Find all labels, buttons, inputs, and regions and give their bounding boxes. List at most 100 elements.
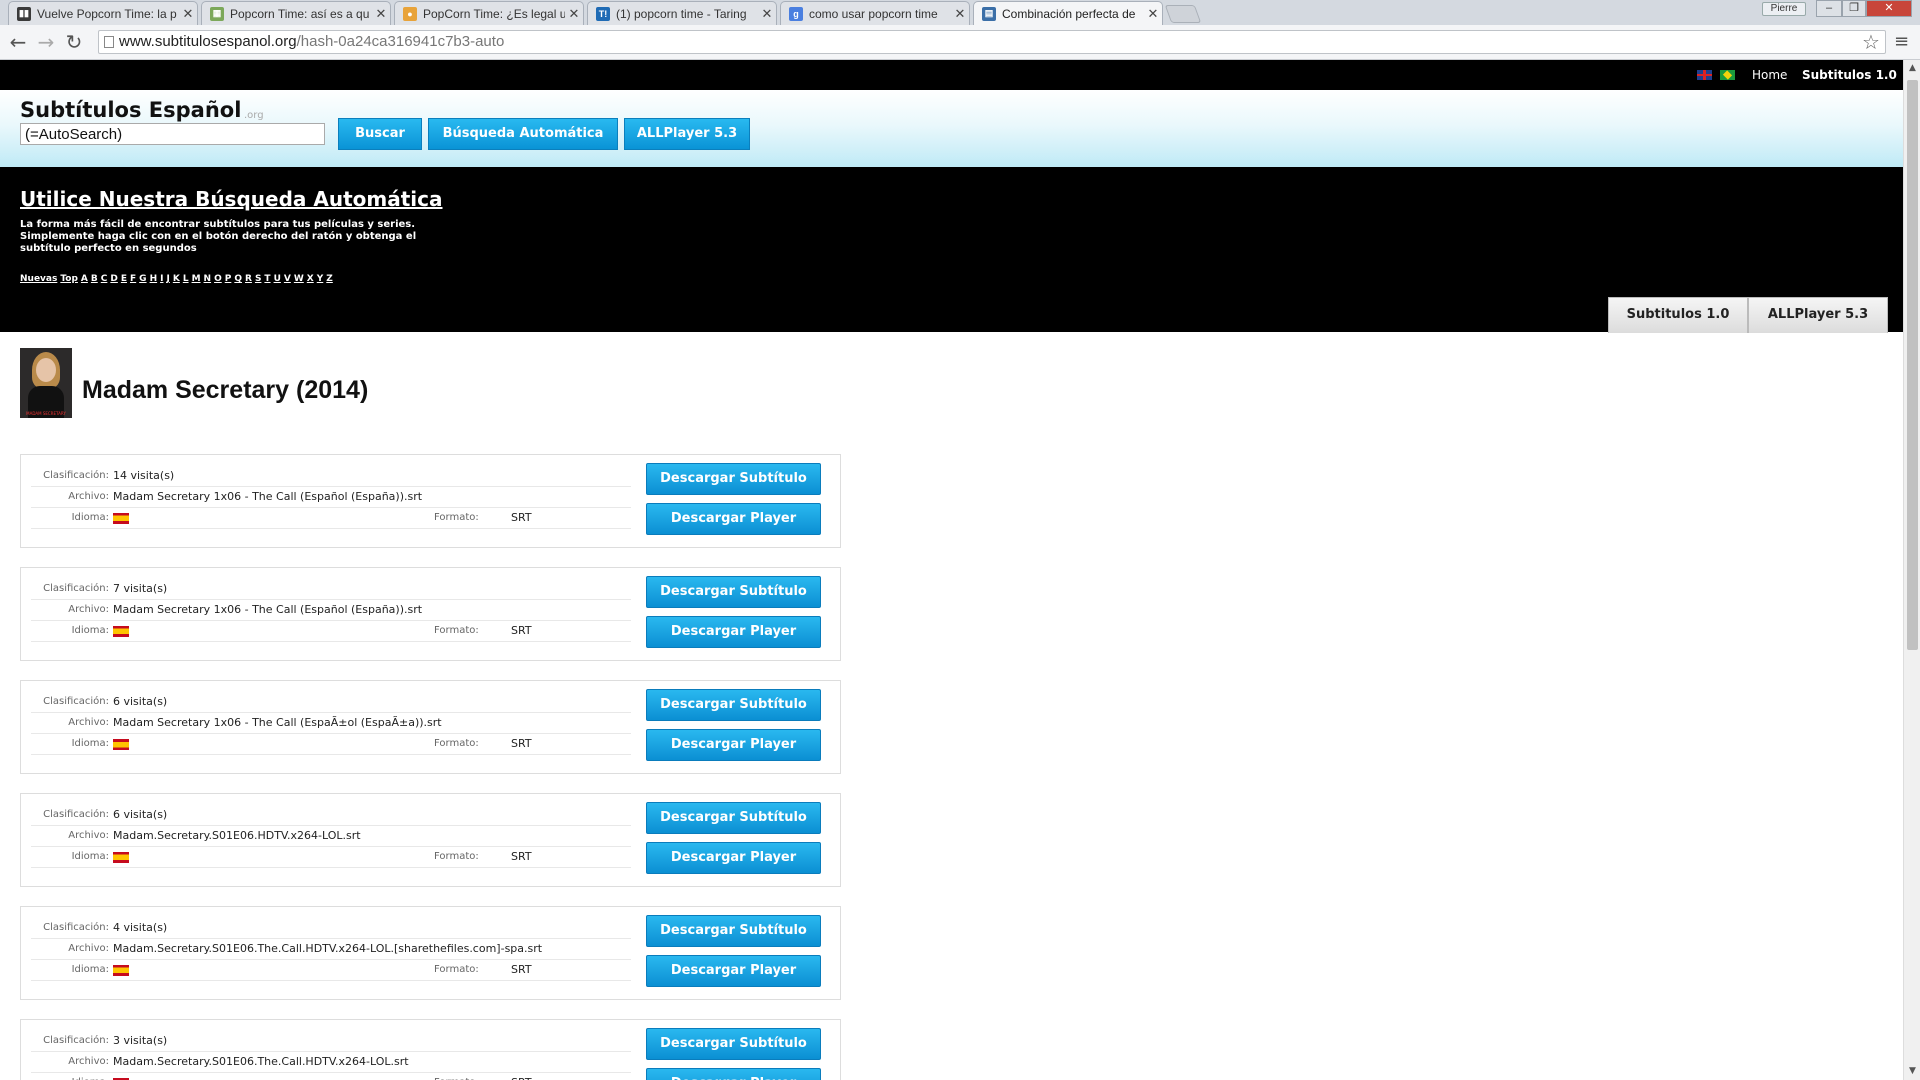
restore-icon[interactable]: ❐ [1842, 0, 1866, 17]
alpha-link[interactable]: Z [326, 274, 333, 284]
alpha-link[interactable]: N [204, 274, 212, 284]
new-tab-button[interactable] [1164, 5, 1202, 23]
alpha-link[interactable]: T [264, 274, 270, 284]
file-label: Archivo: [68, 604, 109, 615]
promo-description: La forma más fácil de encontrar subtítul… [20, 219, 417, 254]
top-bar: Home Subtitulos 1.0 [0, 60, 1903, 90]
file-name[interactable]: Madam Secretary 1x06 - The Call (EspaÃ±o… [113, 716, 442, 729]
browser-tab-4[interactable]: T! (1) popcorn time - Taring ✕ [587, 1, 777, 25]
browser-tab-1[interactable]: ▮▮ Vuelve Popcorn Time: la p ✕ [8, 1, 198, 25]
address-bar[interactable]: www.subtitulosespanol.org/hash-0a24ca316… [98, 30, 1886, 54]
alpha-link[interactable]: E [121, 274, 127, 284]
alpha-link[interactable]: Y [317, 274, 324, 284]
format-value: SRT [511, 511, 532, 524]
forward-icon[interactable]: → [34, 30, 58, 54]
download-subtitle-button[interactable]: Descargar Subtítulo [646, 915, 821, 947]
alpha-link[interactable]: S [255, 274, 261, 284]
alpha-link[interactable]: V [284, 274, 291, 284]
close-tab-icon[interactable]: ✕ [951, 6, 969, 22]
alpha-link[interactable]: G [139, 274, 146, 284]
alpha-link[interactable]: M [192, 274, 201, 284]
nav-home-link[interactable]: Home [1752, 68, 1787, 82]
download-subtitle-button[interactable]: Descargar Subtítulo [646, 1028, 821, 1060]
alpha-link[interactable]: X [307, 274, 314, 284]
reload-icon[interactable]: ↻ [62, 30, 86, 54]
alpha-link[interactable]: C [101, 274, 108, 284]
download-player-button[interactable]: Descargar Player [646, 842, 821, 874]
buscar-button[interactable]: Buscar [338, 118, 422, 150]
alpha-link[interactable]: F [130, 274, 136, 284]
file-label: Archivo: [68, 491, 109, 502]
search-input[interactable] [20, 123, 325, 145]
language-label: Idioma: [71, 512, 109, 523]
page-scrollbar[interactable]: ▲ ▼ [1903, 60, 1920, 1080]
alpha-link[interactable]: J [166, 274, 169, 284]
file-name[interactable]: Madam Secretary 1x06 - The Call (Español… [113, 490, 422, 503]
alpha-link[interactable]: L [183, 274, 189, 284]
alpha-link[interactable]: O [214, 274, 222, 284]
spain-flag-icon [113, 626, 129, 637]
file-name[interactable]: Madam Secretary 1x06 - The Call (Español… [113, 603, 422, 616]
subtitle-card: Clasificación: 6 visita(s) Archivo: Madam.S… [20, 793, 841, 887]
minimize-icon[interactable]: – [1816, 0, 1842, 17]
browser-tab-5[interactable]: g como usar popcorn time ✕ [780, 1, 970, 25]
bookmark-star-icon[interactable]: ☆ [1862, 30, 1880, 54]
nav-subtitulos-link[interactable]: Subtitulos 1.0 [1802, 68, 1897, 82]
tab-subtitulos[interactable]: Subtitulos 1.0 [1608, 297, 1748, 333]
close-tab-icon[interactable]: ✕ [758, 6, 776, 22]
download-player-button[interactable]: Descargar Player [646, 1068, 821, 1080]
file-name[interactable]: Madam.Secretary.S01E06.The.Call.HDTV.x26… [113, 942, 542, 955]
alpha-link[interactable]: W [294, 274, 304, 284]
browser-tab-3[interactable]: ● PopCorn Time: ¿Es legal u ✕ [394, 1, 584, 25]
scroll-down-icon[interactable]: ▼ [1904, 1063, 1920, 1080]
download-subtitle-button[interactable]: Descargar Subtítulo [646, 576, 821, 608]
close-tab-icon[interactable]: ✕ [565, 6, 583, 22]
alpha-link[interactable]: R [245, 274, 252, 284]
scrollbar-thumb[interactable] [1907, 80, 1918, 650]
download-player-button[interactable]: Descargar Player [646, 616, 821, 648]
alpha-link[interactable]: D [110, 274, 117, 284]
rating-row: Clasificación: 14 visita(s) [31, 467, 631, 487]
uk-flag-icon[interactable] [1697, 70, 1712, 80]
alpha-link[interactable]: K [173, 274, 180, 284]
close-tab-icon[interactable]: ✕ [1144, 6, 1162, 22]
download-subtitle-button[interactable]: Descargar Subtítulo [646, 802, 821, 834]
alpha-link[interactable]: A [81, 274, 88, 284]
busqueda-automatica-button[interactable]: Búsqueda Automática [428, 118, 618, 150]
alpha-link[interactable]: Top [60, 274, 78, 284]
alpha-link[interactable]: Nuevas [20, 274, 57, 284]
alpha-link[interactable]: P [225, 274, 232, 284]
profile-badge[interactable]: Pierre [1762, 2, 1806, 16]
browser-tab-2[interactable]: ▦ Popcorn Time: así es a qu ✕ [201, 1, 391, 25]
subtitle-card: Clasificación: 3 visita(s) Archivo: Madam.S… [20, 1019, 841, 1080]
menu-icon[interactable]: ≡ [1894, 31, 1909, 52]
close-window-icon[interactable]: ✕ [1866, 0, 1912, 17]
back-icon[interactable]: ← [6, 30, 30, 54]
download-player-button[interactable]: Descargar Player [646, 503, 821, 535]
taringa-icon: T! [596, 6, 610, 21]
tab-allplayer[interactable]: ALLPlayer 5.3 [1748, 297, 1888, 333]
site-logo[interactable]: Subtítulos Español [20, 98, 241, 122]
format-label: Formato: [434, 625, 479, 636]
browser-tab-6-active[interactable]: ▤ Combinación perfecta de ✕ [973, 1, 1163, 25]
close-tab-icon[interactable]: ✕ [372, 6, 390, 22]
promo-title[interactable]: Utilice Nuestra Búsqueda Automática [20, 187, 442, 211]
alpha-link[interactable]: H [150, 274, 158, 284]
browser-toolbar: ← → ↻ www.subtitulosespanol.org/hash-0a2… [0, 25, 1920, 60]
file-name[interactable]: Madam.Secretary.S01E06.HDTV.x264-LOL.srt [113, 829, 361, 842]
rating-label: Clasificación: [43, 696, 109, 707]
scroll-up-icon[interactable]: ▲ [1904, 60, 1920, 77]
download-player-button[interactable]: Descargar Player [646, 955, 821, 987]
brazil-flag-icon[interactable] [1720, 70, 1735, 80]
close-tab-icon[interactable]: ✕ [179, 6, 197, 22]
allplayer-button[interactable]: ALLPlayer 5.3 [624, 118, 750, 150]
file-name[interactable]: Madam.Secretary.S01E06.The.Call.HDTV.x26… [113, 1055, 409, 1068]
alpha-link[interactable]: U [274, 274, 281, 284]
download-subtitle-button[interactable]: Descargar Subtítulo [646, 689, 821, 721]
alpha-link[interactable]: I [160, 274, 163, 284]
alpha-link[interactable]: Q [234, 274, 242, 284]
format-label: Formato: [434, 738, 479, 749]
alpha-link[interactable]: B [91, 274, 98, 284]
download-subtitle-button[interactable]: Descargar Subtítulo [646, 463, 821, 495]
download-player-button[interactable]: Descargar Player [646, 729, 821, 761]
